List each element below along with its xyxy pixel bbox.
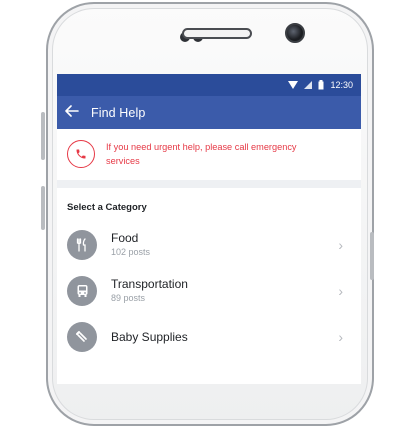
category-count: 102 posts bbox=[111, 247, 151, 257]
arrow-left-icon[interactable] bbox=[65, 105, 79, 120]
app-bar: Find Help bbox=[57, 96, 361, 129]
category-name: Baby Supplies bbox=[111, 329, 188, 344]
category-name: Transportation bbox=[111, 277, 188, 291]
urgent-help-banner[interactable]: If you need urgent help, please call eme… bbox=[57, 129, 361, 188]
front-camera bbox=[285, 23, 305, 43]
section-title: Select a Category bbox=[67, 202, 147, 213]
volume-button bbox=[41, 186, 45, 230]
category-item-baby-supplies[interactable]: Baby Supplies › bbox=[57, 316, 361, 362]
chevron-right-icon: › bbox=[338, 329, 343, 345]
urgent-help-text: If you need urgent help, please call eme… bbox=[106, 142, 297, 166]
category-item-food[interactable]: Food 102 posts › bbox=[57, 224, 361, 270]
volume-button bbox=[41, 112, 45, 160]
status-bar: 12:30 bbox=[57, 74, 361, 96]
phone-screen: 12:30 Find Help If you need urgent help,… bbox=[57, 74, 361, 384]
category-count: 89 posts bbox=[111, 293, 146, 303]
page-title: Find Help bbox=[91, 105, 146, 120]
wifi-icon bbox=[288, 81, 299, 89]
status-time: 12:30 bbox=[330, 80, 353, 90]
chevron-right-icon: › bbox=[338, 237, 343, 253]
power-button bbox=[370, 232, 374, 280]
speaker-grille bbox=[182, 28, 252, 39]
category-item-transportation[interactable]: Transportation 89 posts › bbox=[57, 270, 361, 316]
phone-icon bbox=[67, 140, 95, 168]
chevron-right-icon: › bbox=[338, 283, 343, 299]
fork-knife-icon bbox=[67, 230, 97, 260]
category-name: Food bbox=[111, 231, 139, 245]
signal-icon bbox=[304, 81, 313, 89]
battery-icon bbox=[318, 80, 324, 90]
baby-bottle-icon bbox=[67, 322, 97, 352]
bus-icon bbox=[67, 276, 97, 306]
